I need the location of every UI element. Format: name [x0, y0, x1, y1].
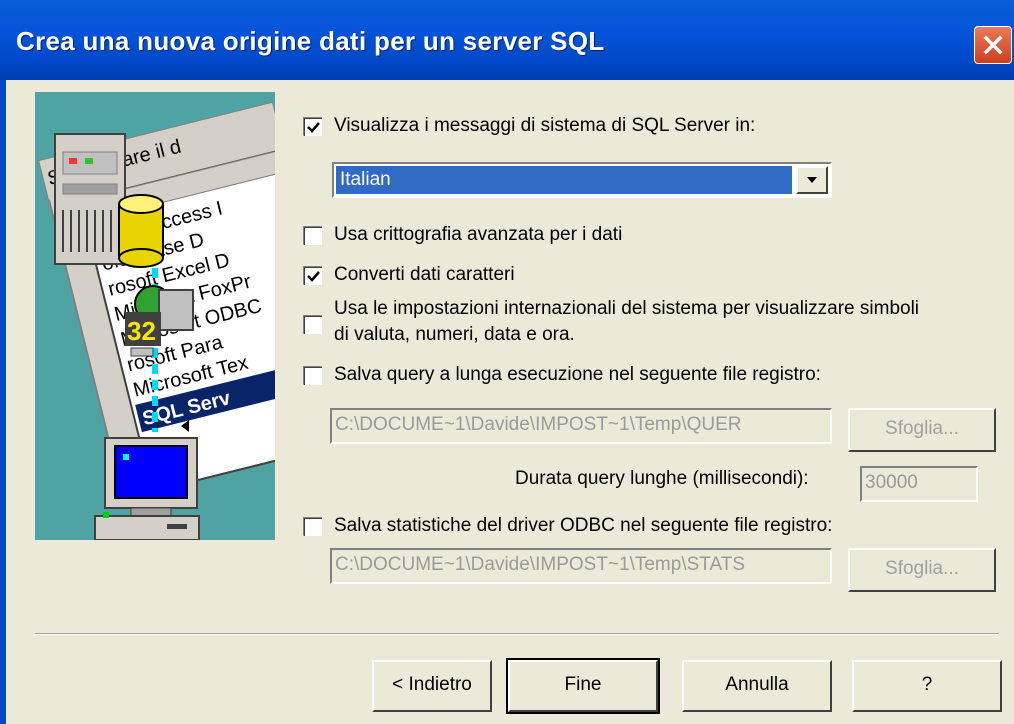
back-label: < Indietro	[392, 674, 472, 695]
stats-path-field[interactable]: C:\DOCUME~1\Davide\IMPOST~1\Temp\STATS	[330, 548, 832, 584]
long-queries-checkbox[interactable]	[303, 366, 322, 385]
badge-32: 32	[127, 316, 156, 346]
computer-icon	[94, 437, 200, 540]
wizard-illustration: Selezionare il d me rosoft Access I oft …	[35, 92, 275, 540]
database-icon	[118, 194, 164, 268]
close-button[interactable]	[974, 26, 1012, 64]
regional-label-line1: Usa le impostazioni internazionali del s…	[334, 298, 920, 319]
messages-label: Visualizza i messaggi di sistema di SQL …	[334, 115, 756, 136]
stats-checkbox[interactable]	[303, 517, 322, 536]
dropdown-button[interactable]	[796, 166, 828, 194]
help-label: ?	[921, 674, 933, 695]
messages-checkbox[interactable]	[303, 117, 322, 136]
back-button[interactable]: < Indietro	[372, 660, 492, 712]
long-queries-label: Salva query a lunga esecuzione nel segue…	[334, 364, 821, 385]
dialog-window: Crea una nuova origine dati per un serve…	[0, 0, 1014, 724]
cancel-label: Annulla	[725, 674, 789, 695]
convert-chars-checkbox[interactable]	[303, 266, 322, 285]
separator	[35, 633, 999, 635]
server-icon	[54, 133, 126, 265]
browse-long-queries-button[interactable]: Sfoglia...	[848, 408, 996, 452]
convert-chars-label: Converti dati caratteri	[334, 264, 515, 285]
help-button[interactable]: ?	[852, 660, 1002, 712]
checkmark-icon	[307, 122, 320, 133]
encryption-label: Usa crittografia avanzata per i dati	[334, 224, 623, 245]
language-select[interactable]: Italian	[332, 162, 832, 198]
regional-checkbox[interactable]	[303, 315, 322, 334]
regional-label-line2: di valuta, numeri, data e ora.	[334, 324, 575, 345]
title-bar[interactable]: Crea una nuova origine dati per un serve…	[0, 0, 1014, 80]
browse-label: Sfoglia...	[885, 558, 959, 579]
duration-field[interactable]: 30000	[860, 466, 978, 502]
window-left-border	[0, 80, 6, 724]
encryption-checkbox[interactable]	[303, 226, 322, 245]
close-icon	[983, 35, 1003, 55]
finish-label: Fine	[564, 674, 602, 695]
cancel-button[interactable]: Annulla	[682, 660, 832, 712]
long-queries-path-field[interactable]: C:\DOCUME~1\Davide\IMPOST~1\Temp\QUER	[330, 408, 832, 444]
checkmark-icon	[307, 271, 320, 282]
duration-label: Durata query lunghe (millisecondi):	[515, 468, 809, 489]
language-select-value: Italian	[336, 166, 792, 194]
chevron-down-icon	[807, 177, 817, 183]
browse-stats-button[interactable]: Sfoglia...	[848, 548, 996, 592]
window-title: Crea una nuova origine dati per un serve…	[16, 26, 605, 56]
browse-label: Sfoglia...	[885, 418, 959, 439]
stats-label: Salva statistiche del driver ODBC nel se…	[334, 515, 833, 536]
finish-button[interactable]: Fine	[506, 658, 660, 714]
